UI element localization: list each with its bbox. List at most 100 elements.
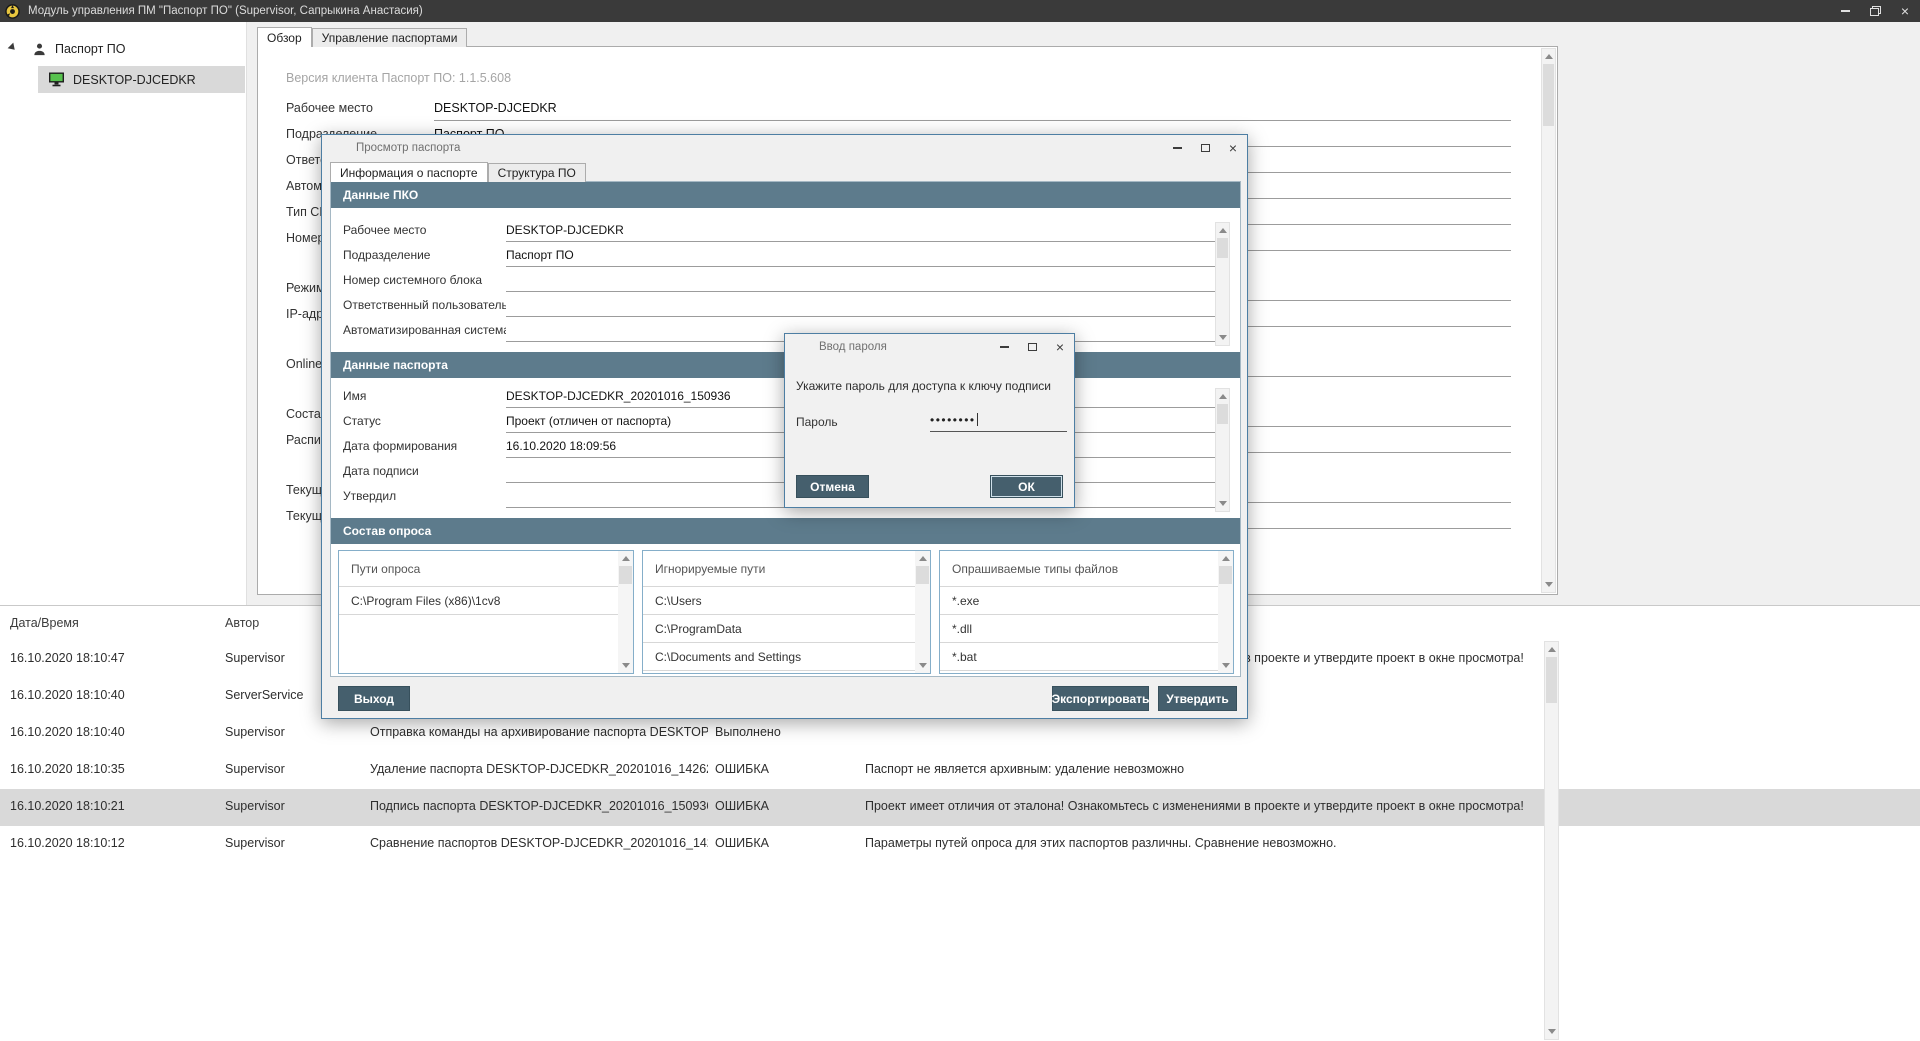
list-item[interactable]: C:\Users xyxy=(643,587,915,615)
restore-button[interactable] xyxy=(1860,0,1890,22)
minimize-button[interactable] xyxy=(990,334,1018,360)
scroll-down-icon[interactable] xyxy=(915,659,930,673)
list-scrollbar[interactable] xyxy=(915,551,930,673)
sidebar-item-passport-po[interactable]: Паспорт ПО xyxy=(0,36,246,62)
scroll-down-icon[interactable] xyxy=(1216,497,1229,511)
scroll-thumb[interactable] xyxy=(916,566,929,584)
scroll-down-icon[interactable] xyxy=(618,659,633,673)
log-row[interactable]: 16.10.2020 18:10:35 Supervisor Удаление … xyxy=(0,752,1920,789)
scroll-thumb[interactable] xyxy=(1546,657,1557,703)
field-label: Дата подписи xyxy=(343,461,506,486)
minimize-button[interactable] xyxy=(1830,0,1860,22)
tab-software-structure[interactable]: Структура ПО xyxy=(488,163,586,182)
field-input[interactable]: DESKTOP-DJCEDKR xyxy=(434,99,1511,121)
list-item[interactable]: *.dll xyxy=(940,615,1218,643)
scroll-up-icon[interactable] xyxy=(1216,389,1229,403)
field-input[interactable]: Паспорт ПО xyxy=(506,245,1215,267)
ok-button[interactable]: ОК xyxy=(990,475,1063,498)
field-input[interactable] xyxy=(506,295,1215,317)
dialog-title: Ввод пароля xyxy=(819,341,887,353)
tab-passport-info[interactable]: Информация о паспорте xyxy=(330,162,488,182)
scroll-up-icon[interactable] xyxy=(618,551,633,565)
list-item[interactable]: C:\Documents and Settings xyxy=(643,643,915,671)
scroll-up-icon[interactable] xyxy=(1542,49,1555,63)
computer-icon xyxy=(48,72,65,87)
scroll-up-icon[interactable] xyxy=(1216,223,1229,237)
minimize-icon xyxy=(1173,147,1182,149)
cancel-button[interactable]: Отмена xyxy=(796,475,869,498)
restore-icon xyxy=(1870,6,1881,16)
maximize-icon xyxy=(1028,343,1037,351)
close-button[interactable]: × xyxy=(1890,0,1920,22)
scroll-down-icon[interactable] xyxy=(1218,659,1233,673)
scroll-down-icon[interactable] xyxy=(1216,331,1229,345)
list-scrollbar[interactable] xyxy=(618,551,633,673)
titlebar: Модуль управления ПМ "Паспорт ПО" (Super… xyxy=(0,0,1920,22)
field-input[interactable] xyxy=(506,270,1215,292)
scroll-thumb[interactable] xyxy=(1217,404,1228,424)
list-item[interactable]: *.bat xyxy=(940,643,1218,671)
field-input[interactable]: DESKTOP-DJCEDKR xyxy=(506,220,1215,242)
scroll-thumb[interactable] xyxy=(619,566,632,584)
log-cell-author: Supervisor xyxy=(225,762,363,776)
log-cell-datetime: 16.10.2020 18:10:12 xyxy=(10,836,215,850)
scroll-thumb[interactable] xyxy=(1217,238,1228,258)
scroll-thumb[interactable] xyxy=(1543,64,1554,126)
scroll-down-icon[interactable] xyxy=(1545,1025,1558,1039)
form-field-row: Дата формирования 16.10.2020 18:09:56 xyxy=(343,436,1215,461)
log-cell-action: Удаление паспорта DESKTOP-DJCEDKR_202010… xyxy=(370,762,708,776)
export-button[interactable]: Экспортировать xyxy=(1052,686,1149,711)
log-cell-status: ОШИБКА xyxy=(715,799,857,813)
main-tabs: Обзор Управление паспортами xyxy=(257,27,467,47)
scroll-down-icon[interactable] xyxy=(1542,578,1555,592)
form-field-row: Имя DESKTOP-DJCEDKR_20201016_150936 xyxy=(343,386,1215,411)
tree-expander-icon[interactable] xyxy=(8,43,21,56)
form-field-row: Ответственный пользователь xyxy=(343,295,1215,320)
log-row[interactable]: 16.10.2020 18:10:21 Supervisor Подпись п… xyxy=(0,789,1920,826)
log-scrollbar[interactable] xyxy=(1544,641,1559,1040)
log-cell-status: Выполнено xyxy=(715,725,857,739)
window-controls: × xyxy=(1830,0,1920,22)
log-cell-datetime: 16.10.2020 18:10:35 xyxy=(10,762,215,776)
form-field-row: Автоматизированная система xyxy=(343,320,1215,345)
overview-scrollbar[interactable] xyxy=(1541,48,1556,593)
passport-scrollbar[interactable] xyxy=(1215,388,1230,512)
form-field-row: Утвердил xyxy=(343,486,1215,511)
exit-button[interactable]: Выход xyxy=(338,686,410,711)
list-scrollbar[interactable] xyxy=(1218,551,1233,673)
field-label: Рабочее место xyxy=(286,99,434,125)
log-row[interactable]: 16.10.2020 18:10:40 Supervisor Отправка … xyxy=(0,715,1920,752)
list-item[interactable]: *.exe xyxy=(940,587,1218,615)
tab-overview[interactable]: Обзор xyxy=(257,27,312,47)
scroll-thumb[interactable] xyxy=(1219,566,1232,584)
dialog-titlebar: Просмотр паспорта × xyxy=(322,135,1247,161)
section-header-survey: Состав опроса xyxy=(331,518,1240,544)
close-button[interactable]: × xyxy=(1046,334,1074,360)
list-item[interactable]: C:\Program Files (x86)\1cv8 xyxy=(339,587,618,615)
tab-passport-management[interactable]: Управление паспортами xyxy=(312,28,468,47)
field-label: Дата формирования xyxy=(343,436,506,461)
approve-button[interactable]: Утвердить xyxy=(1158,686,1237,711)
app-window: Модуль управления ПМ "Паспорт ПО" (Super… xyxy=(0,0,1920,1041)
form-field-row: Подразделение Паспорт ПО xyxy=(343,245,1215,270)
log-header-datetime[interactable]: Дата/Время xyxy=(10,616,79,630)
close-button[interactable]: × xyxy=(1219,135,1247,161)
maximize-button[interactable] xyxy=(1018,334,1046,360)
scroll-up-icon[interactable] xyxy=(1218,551,1233,565)
log-row[interactable]: 16.10.2020 18:10:12 Supervisor Сравнение… xyxy=(0,826,1920,863)
scroll-up-icon[interactable] xyxy=(915,551,930,565)
log-header-author[interactable]: Автор xyxy=(225,616,259,630)
tree-child-label: DESKTOP-DJCEDKR xyxy=(73,73,196,87)
text-caret xyxy=(977,413,978,426)
pko-scrollbar[interactable] xyxy=(1215,222,1230,346)
list-header: Игнорируемые пути xyxy=(643,551,915,587)
field-label: Подразделение xyxy=(343,245,506,270)
minimize-button[interactable] xyxy=(1163,135,1191,161)
maximize-button[interactable] xyxy=(1191,135,1219,161)
sidebar-item-desktop[interactable]: DESKTOP-DJCEDKR xyxy=(38,66,245,93)
log-cell-message: Параметры путей опроса для этих паспорто… xyxy=(865,836,1544,850)
list-item[interactable]: C:\ProgramData xyxy=(643,615,915,643)
scroll-up-icon[interactable] xyxy=(1545,642,1558,656)
password-input[interactable]: •••••••• xyxy=(930,408,1067,432)
sidebar: Паспорт ПО DESKTOP-DJCEDKR xyxy=(0,22,247,605)
